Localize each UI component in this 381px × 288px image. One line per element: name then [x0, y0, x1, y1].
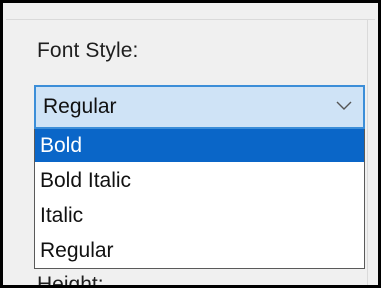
font-style-panel: Font Style: Regular Bold Bold Italic Ita… [0, 0, 381, 288]
right-divider [367, 19, 368, 285]
font-style-option-bold-italic[interactable]: Bold Italic [35, 164, 364, 197]
font-style-label: Font Style: [37, 39, 139, 62]
height-label: Height: [37, 273, 104, 288]
font-style-option-bold[interactable]: Bold [35, 129, 364, 162]
font-style-option-regular[interactable]: Regular [35, 234, 364, 267]
font-style-select[interactable]: Regular [34, 85, 365, 129]
font-style-option-italic[interactable]: Italic [35, 199, 364, 232]
font-style-dropdown-list: Bold Bold Italic Italic Regular [34, 129, 365, 269]
top-divider [6, 19, 375, 20]
font-style-selected-value: Regular [43, 95, 117, 118]
chevron-down-icon [336, 101, 352, 110]
